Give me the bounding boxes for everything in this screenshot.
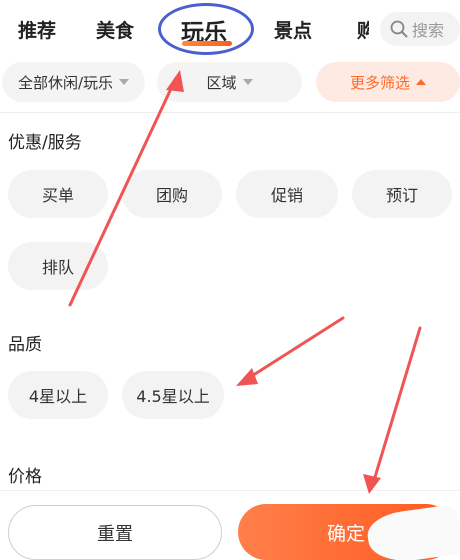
search-placeholder: 搜索 (412, 21, 445, 40)
arrowhead-confirm (363, 474, 381, 494)
quality-chip-4-star[interactable]: 4星以上 (8, 371, 108, 419)
more-filters-label: 更多筛选 (349, 73, 410, 92)
offer-chip-promotion[interactable]: 促销 (236, 170, 338, 218)
arrowhead-quality (236, 368, 258, 386)
offer-chip-queue[interactable]: 排队 (8, 242, 108, 290)
tab-shopping-partial[interactable]: 购 (357, 16, 369, 42)
annotation-arrow-to-confirm (370, 326, 422, 489)
category-filter-label: 全部休闲/玩乐 (17, 73, 114, 92)
offer-chip-pay[interactable]: 买单 (8, 170, 108, 218)
tab-scenic[interactable]: 景点 (274, 16, 312, 43)
bottom-divider (0, 490, 460, 491)
more-filters-button[interactable]: 更多筛选 (316, 62, 460, 102)
tab-recommend[interactable]: 推荐 (18, 16, 56, 43)
offer-chip-booking[interactable]: 预订 (352, 170, 452, 218)
reset-button[interactable]: 重置 (8, 505, 222, 560)
tab-food[interactable]: 美食 (96, 16, 134, 43)
search-box[interactable]: 搜索 (380, 12, 460, 46)
region-filter[interactable]: 区域 (157, 62, 302, 102)
annotation-arrow-to-quality (242, 316, 345, 383)
quality-section-title: 品质 (8, 335, 42, 355)
chevron-down-icon (119, 79, 130, 85)
chevron-up-icon (416, 79, 426, 85)
filter-divider (0, 112, 460, 113)
price-section-title: 价格 (8, 467, 42, 487)
offer-chip-group-buy[interactable]: 团购 (122, 170, 222, 218)
tab-shopping-label: 购 (357, 20, 369, 42)
category-filter[interactable]: 全部休闲/玩乐 (2, 62, 145, 102)
region-filter-label: 区域 (206, 73, 237, 92)
offers-section-title: 优惠/服务 (8, 133, 82, 153)
chevron-down-icon (242, 79, 253, 85)
annotation-circle (158, 3, 254, 55)
quality-chip-4-5-star[interactable]: 4.5星以上 (122, 371, 224, 419)
search-icon (390, 20, 408, 38)
filter-bar: 全部休闲/玩乐 区域 更多筛选 (0, 62, 460, 104)
